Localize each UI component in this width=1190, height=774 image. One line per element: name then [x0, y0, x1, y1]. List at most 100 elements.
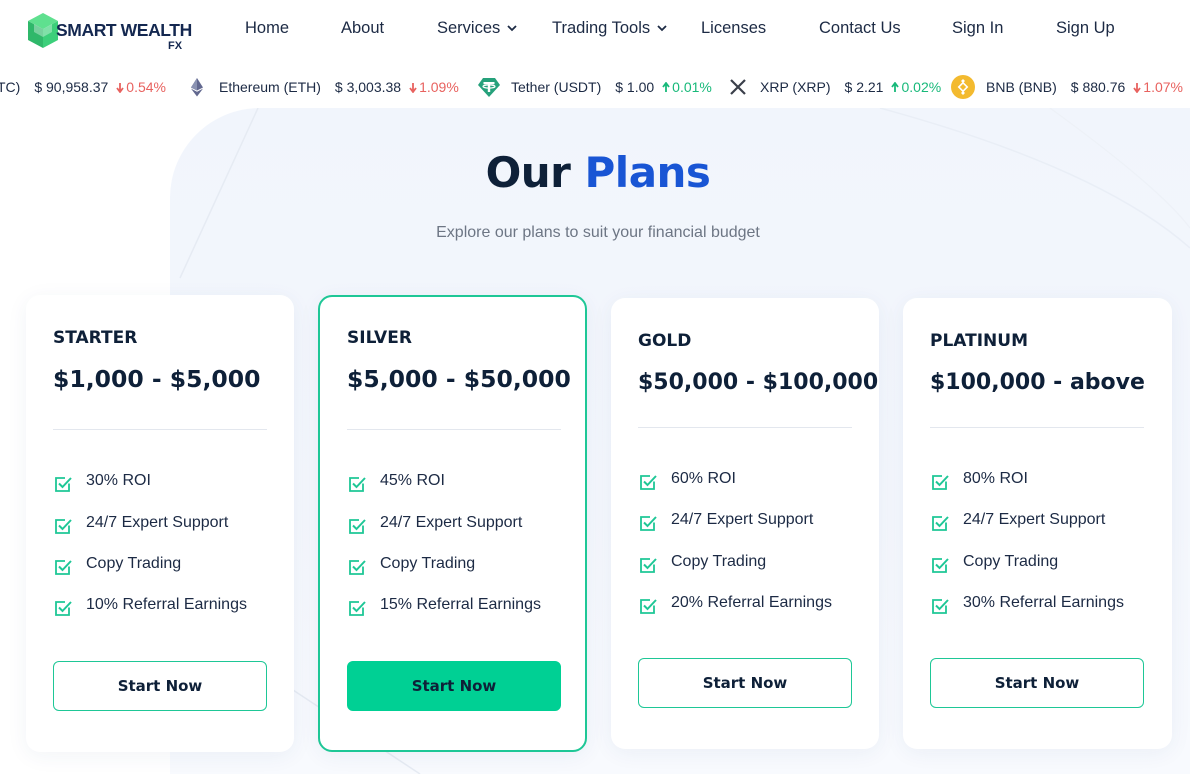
logo-cube-icon [28, 13, 58, 48]
checkbox-check-icon [640, 599, 657, 614]
start-now-button[interactable]: Start Now [347, 661, 561, 711]
crypto-ticker: TC) $ 90,958.37 0.54% Ethereum (ETH) $ 3,00… [0, 66, 1190, 108]
brand-name: SMART WEALTH [56, 20, 192, 40]
section-title-main: Our [485, 148, 571, 197]
plan-feature-text: Copy Trading [86, 555, 182, 572]
plan-feature-text: Copy Trading [380, 555, 476, 572]
brand-sub: FX [168, 40, 183, 52]
card-divider [638, 427, 852, 428]
section-title-accent: Plans [584, 148, 711, 197]
nav-licenses[interactable]: Licenses [701, 19, 766, 38]
checkbox-check-icon [349, 477, 366, 492]
plan-card-silver: SILVER $5,000 - $50,000 45% ROI 24/7 Exp… [318, 295, 587, 752]
card-divider [930, 427, 1144, 428]
section-subtitle: Explore our plans to suit your financial… [436, 224, 760, 241]
nav-services[interactable]: Services [437, 19, 518, 38]
nav-home[interactable]: Home [245, 19, 289, 38]
nav-sign-in-label: Sign In [952, 19, 1004, 37]
nav-trading-tools-label: Trading Tools [552, 19, 651, 37]
arrow-down-icon [116, 83, 125, 94]
nav-contact-us[interactable]: Contact Us [819, 19, 901, 38]
checkbox-check-icon [932, 516, 949, 531]
plan-card-gold: GOLD $50,000 - $100,000 60% ROI 24/7 Exp… [611, 298, 879, 749]
chevron-down-icon [507, 25, 517, 32]
arrow-up-icon [891, 81, 900, 92]
section-title: Our Plans [0, 148, 1190, 197]
ticker-change: 0.02% [891, 79, 941, 95]
plan-range: $1,000 - $5,000 [53, 365, 261, 393]
checkbox-check-icon [55, 560, 72, 575]
ticker-item: Tether (USDT) $ 1.00 0.01% [511, 79, 712, 95]
xrp-icon [730, 79, 746, 95]
ticker-coin-name: XRP (XRP) [760, 79, 831, 95]
ticker-price: $ 90,958.37 [34, 79, 109, 95]
plan-card-platinum: PLATINUM $100,000 - above 80% ROI 24/7 E… [903, 298, 1172, 749]
start-now-button[interactable]: Start Now [53, 661, 267, 711]
site-header: SMART WEALTH FX Home About Services Trad… [0, 0, 1190, 64]
arrow-down-icon [1133, 83, 1142, 94]
start-now-button[interactable]: Start Now [930, 658, 1144, 708]
checkbox-check-icon [932, 558, 949, 573]
nav-home-label: Home [245, 19, 290, 37]
checkbox-check-icon [349, 560, 366, 575]
ticker-change: 0.54% [116, 79, 166, 95]
nav-sign-up-label: Sign Up [1056, 19, 1115, 37]
nav-about[interactable]: About [341, 19, 384, 38]
card-divider [347, 429, 561, 430]
chevron-down-icon [657, 25, 667, 32]
plan-feature-text: 45% ROI [380, 472, 445, 489]
plan-feature-text: 24/7 Expert Support [671, 511, 814, 528]
nav-sign-in[interactable]: Sign In [952, 19, 1003, 38]
checkbox-check-icon [932, 599, 949, 614]
plan-name: SILVER [347, 328, 412, 348]
brand-logo[interactable]: SMART WEALTH FX [26, 10, 196, 56]
checkbox-check-icon [640, 516, 657, 531]
checkbox-check-icon [55, 519, 72, 534]
arrow-up-icon [662, 81, 670, 92]
checkbox-check-icon [349, 519, 366, 534]
plan-feature-text: 24/7 Expert Support [963, 511, 1106, 528]
ethereum-icon [191, 78, 203, 97]
nav-services-label: Services [437, 19, 501, 37]
plan-feature-text: Copy Trading [963, 553, 1059, 570]
start-now-button[interactable]: Start Now [638, 658, 852, 708]
ticker-change: 0.01% [662, 79, 712, 95]
plan-range: $5,000 - $50,000 [347, 365, 571, 393]
ticker-price: $ 2.21 [844, 79, 884, 95]
plan-feature-text: 24/7 Expert Support [86, 514, 229, 531]
nav-contact-label: Contact Us [819, 19, 901, 37]
plan-feature-text: 80% ROI [963, 470, 1028, 487]
ticker-coin-name: Tether (USDT) [511, 79, 602, 95]
ticker-item: XRP (XRP) $ 2.21 0.02% [760, 79, 941, 95]
arrow-down-icon [409, 83, 417, 94]
plan-name: GOLD [638, 331, 692, 351]
plan-feature-text: 60% ROI [671, 470, 736, 487]
plan-feature-text: 20% Referral Earnings [671, 594, 832, 611]
nav-sign-up[interactable]: Sign Up [1056, 19, 1115, 38]
plan-range: $50,000 - $100,000 [638, 370, 879, 395]
bnb-icon [951, 75, 975, 99]
ticker-change-value: 1.09% [419, 79, 459, 95]
plan-feature-text: 24/7 Expert Support [380, 514, 523, 531]
plan-feature-text: 30% Referral Earnings [963, 594, 1124, 611]
plan-feature-text: Copy Trading [671, 553, 767, 570]
plan-feature-text: 10% Referral Earnings [86, 596, 247, 613]
ticker-price: $ 880.76 [1070, 79, 1126, 95]
plan-feature-text: 30% ROI [86, 472, 151, 489]
nav-trading-tools[interactable]: Trading Tools [552, 19, 668, 38]
plan-range: $100,000 - above [930, 370, 1145, 395]
checkbox-check-icon [349, 601, 366, 616]
plan-name: PLATINUM [930, 331, 1028, 351]
ticker-item: TC) $ 90,958.37 0.54% [0, 79, 166, 95]
ticker-price: $ 1.00 [615, 79, 655, 95]
ticker-change-value: 0.01% [672, 79, 712, 95]
plan-feature-text: 15% Referral Earnings [380, 596, 541, 613]
checkbox-check-icon [640, 558, 657, 573]
plan-card-starter: STARTER $1,000 - $5,000 30% ROI 24/7 Exp… [26, 295, 294, 752]
ticker-item: Ethereum (ETH) $ 3,003.38 1.09% [219, 79, 459, 95]
plan-name: STARTER [53, 328, 138, 348]
ticker-item: BNB (BNB) $ 880.76 1.07% [986, 79, 1183, 95]
ticker-change-value: 0.54% [126, 79, 166, 95]
ticker-coin-name: Ethereum (ETH) [219, 79, 321, 95]
checkbox-check-icon [55, 477, 72, 492]
